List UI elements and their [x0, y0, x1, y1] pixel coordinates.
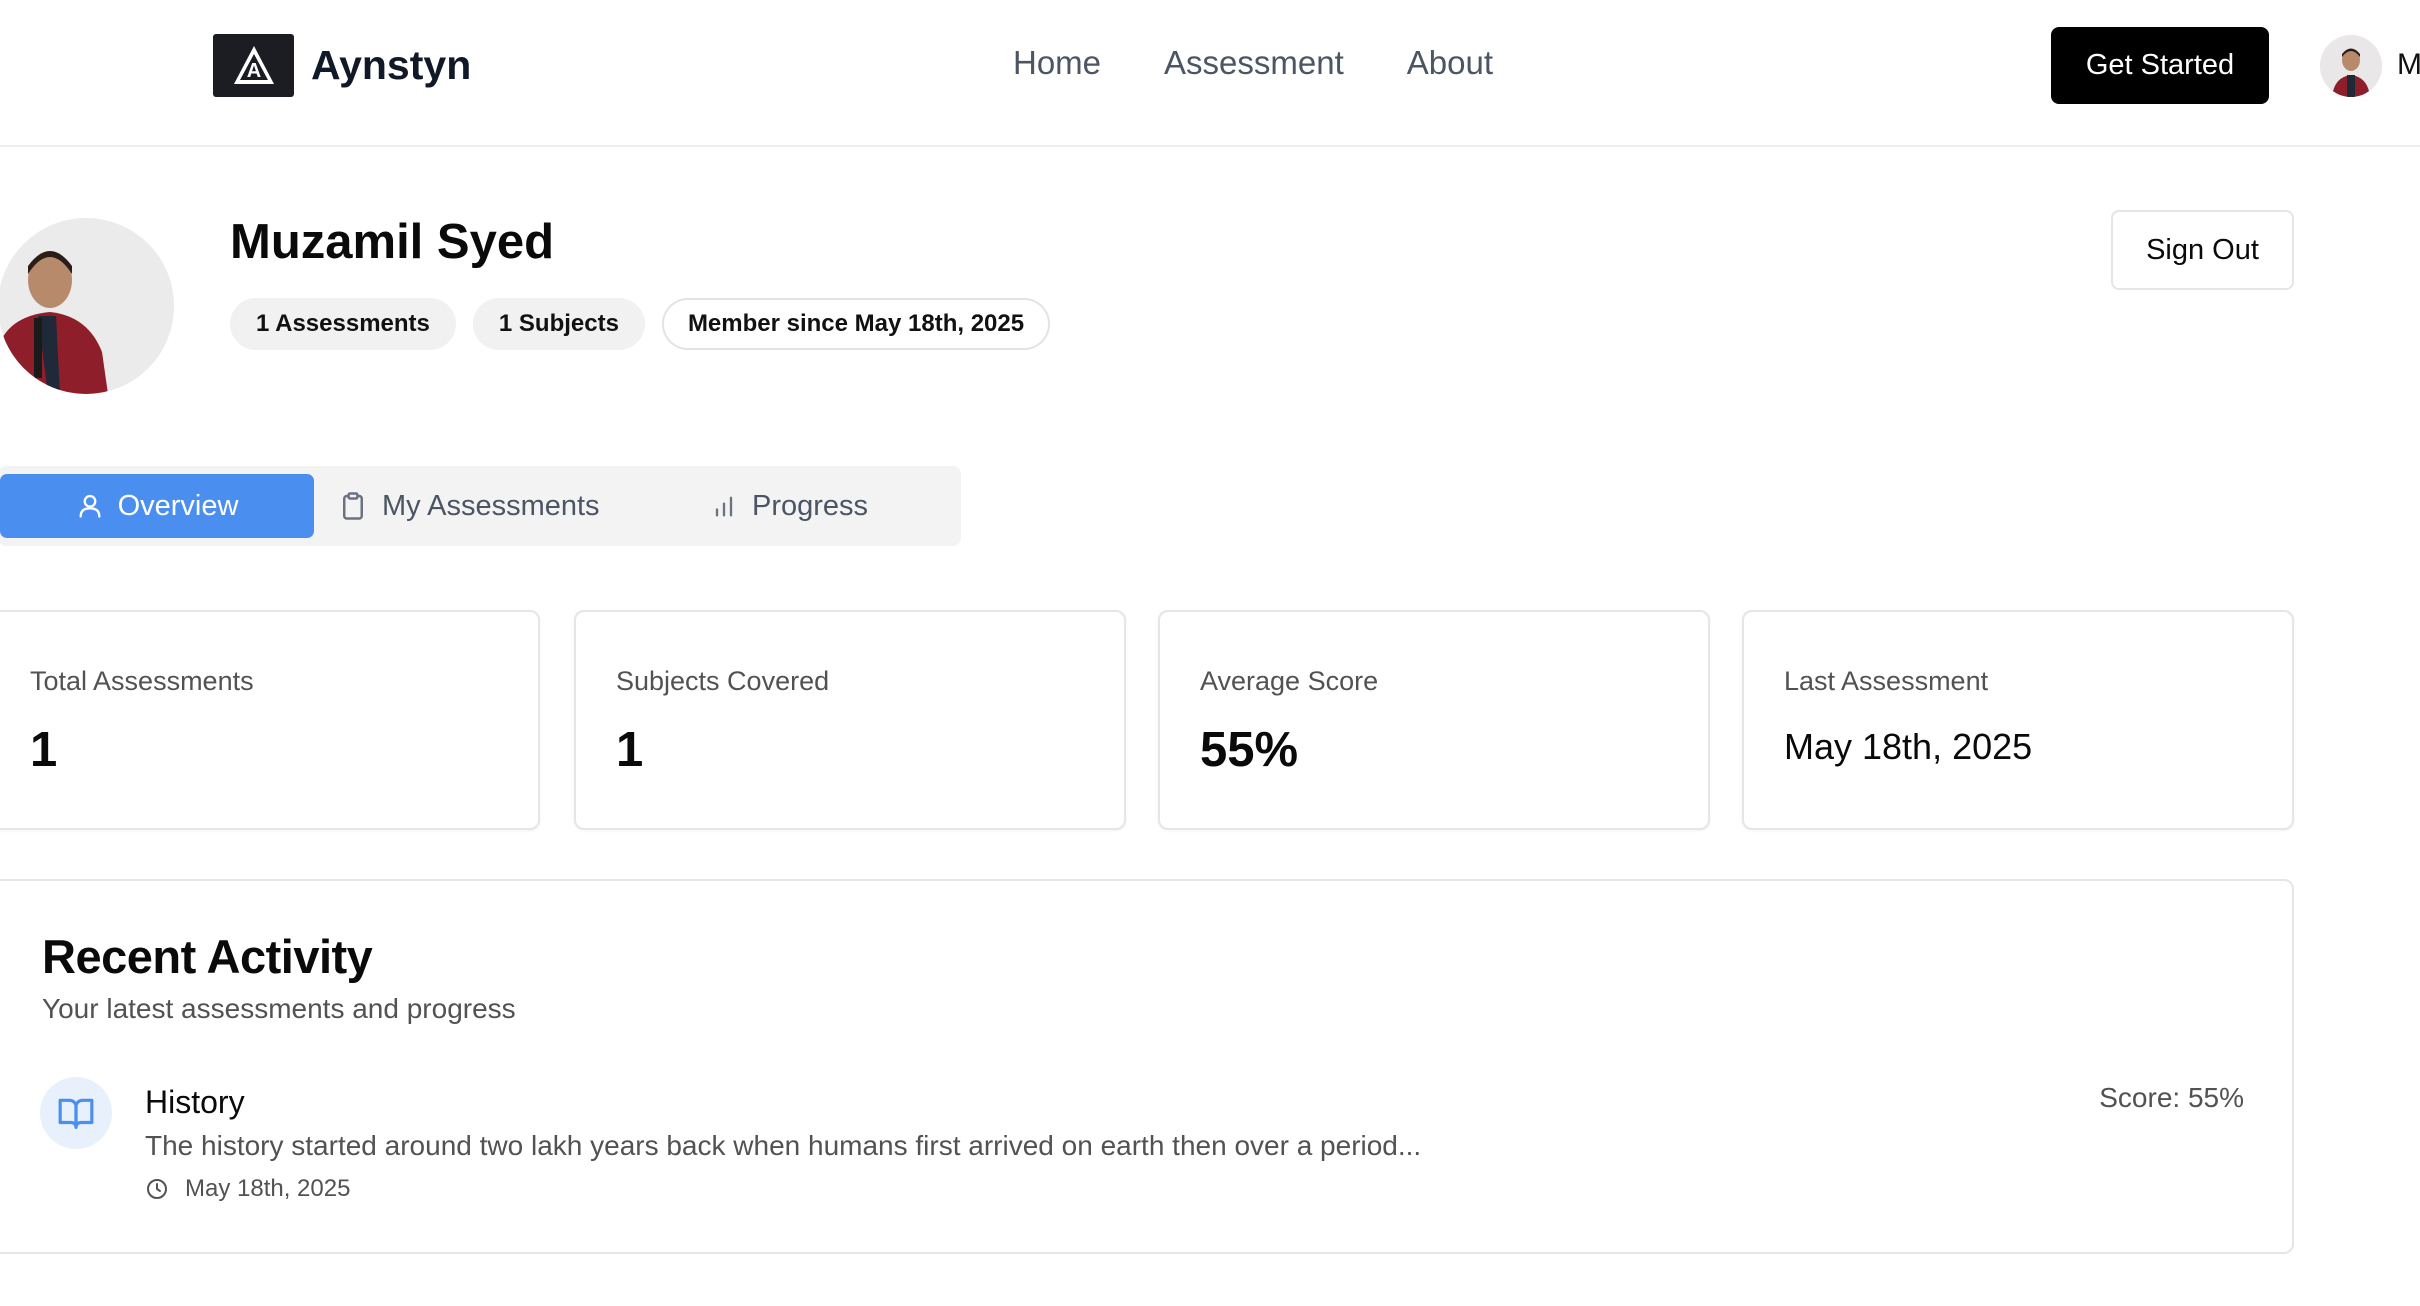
assessments-count-badge: 1 Assessments [230, 298, 456, 350]
logo-icon: A [213, 34, 294, 97]
tab-label: Progress [752, 489, 869, 522]
stat-value: May 18th, 2025 [1784, 726, 2033, 767]
tab-label: My Assessments [382, 489, 600, 522]
sign-out-button[interactable]: Sign Out [2111, 210, 2294, 290]
recent-activity-title: Recent Activity [42, 930, 373, 983]
book-open-icon [40, 1077, 112, 1149]
brand-logo[interactable]: A Aynstyn [213, 34, 471, 97]
profile-avatar [0, 218, 174, 394]
activity-date-text: May 18th, 2025 [185, 1175, 351, 1202]
tab-overview[interactable]: Overview [0, 474, 314, 538]
subjects-count-badge: 1 Subjects [472, 298, 645, 350]
tab-label: Overview [117, 489, 239, 522]
stat-value: 1 [616, 723, 644, 777]
nav-home[interactable]: Home [1013, 44, 1101, 82]
clock-icon [147, 1179, 167, 1199]
stat-value: 1 [30, 723, 58, 777]
top-navbar: A Aynstyn Home Assessment About Get Star… [0, 0, 2420, 147]
bar-chart-icon [715, 496, 733, 517]
stat-card-total-assessments: Total Assessments 1 [0, 610, 540, 830]
brand-name: Aynstyn [311, 42, 472, 88]
member-since-badge: Member since May 18th, 2025 [661, 298, 1051, 350]
main-nav: Home Assessment About [1013, 44, 1493, 82]
nav-about[interactable]: About [1407, 44, 1493, 82]
recent-activity-card: Recent Activity Your latest assessments … [0, 879, 2294, 1254]
tab-my-assessments[interactable]: My Assessments [338, 474, 600, 538]
svg-text:A: A [246, 60, 260, 82]
get-started-button[interactable]: Get Started [2051, 27, 2269, 104]
stat-card-last-assessment: Last Assessment May 18th, 2025 [1742, 610, 2294, 830]
activity-score: Score: 55% [2099, 1082, 2244, 1113]
activity-subject[interactable]: History [145, 1084, 245, 1121]
stat-card-average-score: Average Score 55% [1158, 610, 1710, 830]
profile-name: Muzamil Syed [230, 215, 555, 269]
user-avatar[interactable] [2320, 35, 2382, 97]
stat-label: Average Score [1200, 666, 1379, 696]
nav-user-initial[interactable]: M [2397, 48, 2420, 82]
user-icon [79, 494, 101, 518]
tab-progress[interactable]: Progress [710, 474, 868, 538]
activity-date: May 18th, 2025 [145, 1175, 350, 1203]
profile-page: A Aynstyn Home Assessment About Get Star… [0, 0, 2420, 1306]
clipboard-icon [343, 492, 363, 520]
stat-label: Subjects Covered [616, 666, 830, 696]
stat-value: 55% [1200, 723, 1299, 777]
nav-assessment[interactable]: Assessment [1164, 44, 1344, 82]
profile-badges: 1 Assessments 1 Subjects Member since Ma… [230, 298, 1051, 350]
recent-activity-subtitle: Your latest assessments and progress [42, 993, 516, 1024]
activity-description: The history started around two lakh year… [145, 1130, 1422, 1161]
stat-label: Last Assessment [1784, 666, 1989, 696]
profile-tabs: Overview My Assessments Progress [0, 466, 961, 546]
stat-card-subjects-covered: Subjects Covered 1 [574, 610, 1126, 830]
stat-label: Total Assessments [30, 666, 254, 696]
